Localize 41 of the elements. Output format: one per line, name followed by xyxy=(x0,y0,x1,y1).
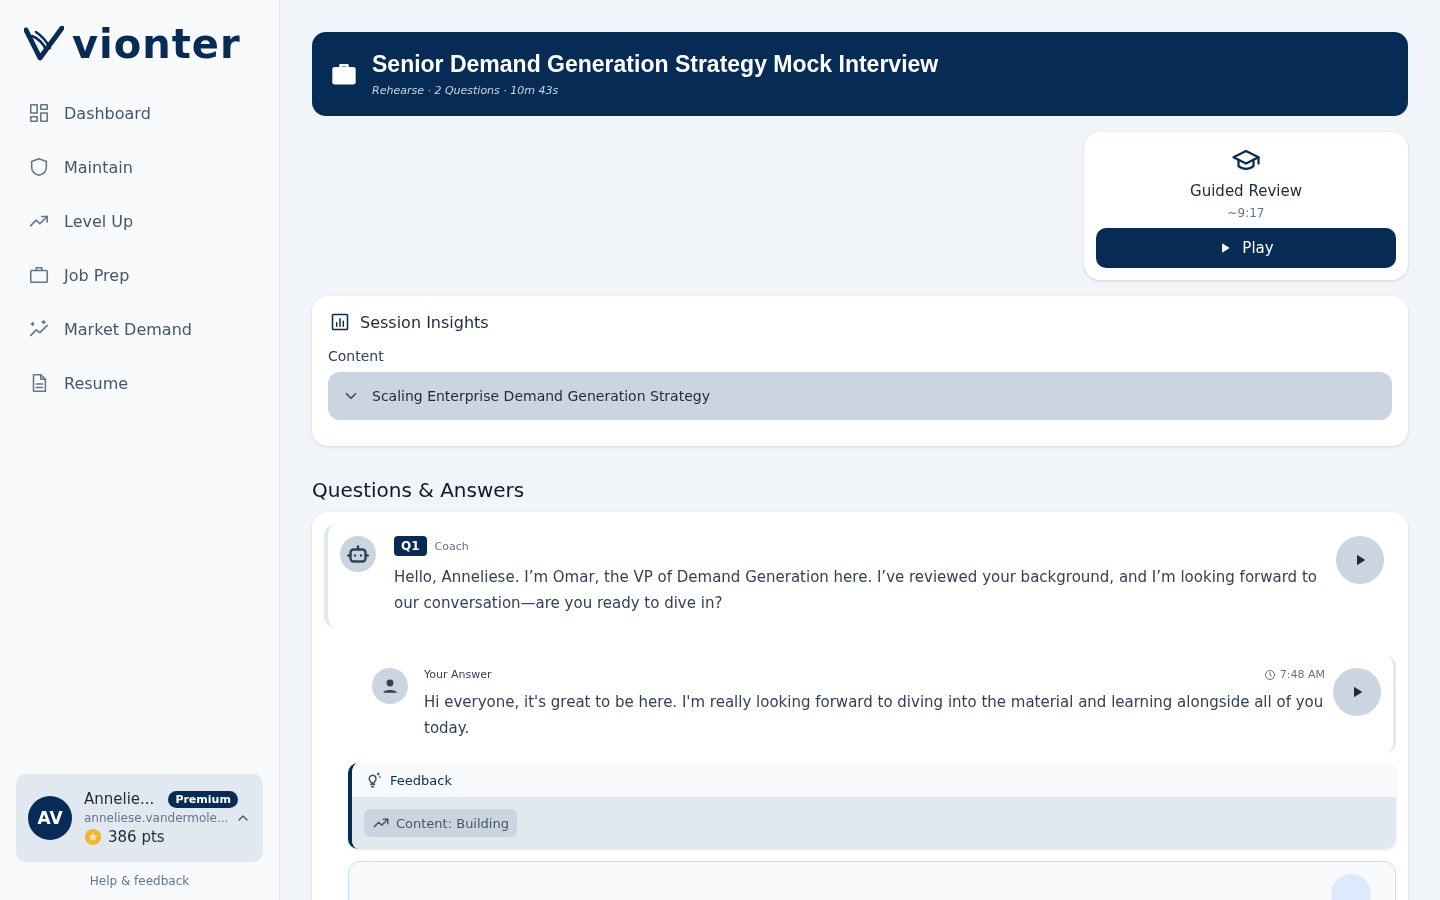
section-label: Content xyxy=(328,348,385,364)
nav-item[interactable]: Dashboard xyxy=(16,86,263,140)
dashboard-icon xyxy=(28,102,50,124)
nav-item[interactable]: Job Prep xyxy=(16,248,263,302)
section-heading: Questions & Answers xyxy=(312,478,526,502)
briefcase-icon xyxy=(28,264,50,286)
feedback-tag: Content: Building xyxy=(364,809,517,837)
duration: ~9:17 xyxy=(1227,206,1265,220)
clock-icon xyxy=(1263,668,1276,681)
chart-icon xyxy=(330,312,350,332)
star-coin-icon xyxy=(84,828,102,846)
answer-text: Hi everyone, it's great to be here. I'm really looking forward to diving into the material and learning alongside all of you today. xyxy=(424,692,1325,739)
session-meta: Rehearse · 2 Questions · 10m 43s xyxy=(372,84,560,97)
user-name: Annelie... xyxy=(84,790,155,808)
nav-item[interactable]: Maintain xyxy=(16,140,263,194)
robot-icon xyxy=(340,536,376,572)
feedback-title: Feedback xyxy=(390,772,452,788)
play-button[interactable] xyxy=(1333,668,1381,716)
avatar: AV xyxy=(28,796,72,840)
question-text: Hello, Anneliese. I’m Omar, the VP of Demand Generation here. I’ve reviewed your background, and I’m looking forward to our conversation—are you ready to dive in? xyxy=(394,567,1318,614)
speaker-label: Coach xyxy=(434,539,469,553)
page-title: Senior Demand Generation Strategy Mock Interview xyxy=(372,51,939,78)
logo-icon xyxy=(24,26,64,62)
nav-item[interactable]: Level Up xyxy=(16,194,263,248)
nav-item[interactable]: Resume xyxy=(16,356,263,410)
answer-label: Your Answer xyxy=(424,668,492,681)
section-title: Session Insights xyxy=(360,312,489,332)
help-link[interactable]: Help & feedback xyxy=(16,874,263,888)
accordion-row[interactable]: Scaling Enterprise Demand Generation Strategy xyxy=(328,372,1392,420)
play-button[interactable] xyxy=(1336,536,1384,584)
nav-item[interactable]: Market Demand xyxy=(16,302,263,356)
timestamp: 7:48 AM xyxy=(1263,668,1325,681)
guided-review-title: Guided Review xyxy=(1190,182,1302,200)
person-icon xyxy=(372,668,408,704)
user-card[interactable]: AV Annelie... Premium anneliese.vandermole... 386 pts xyxy=(16,774,263,862)
shield-icon xyxy=(28,156,50,178)
points: 386 pts xyxy=(108,828,165,846)
play-button[interactable]: Play xyxy=(1096,228,1396,268)
question-badge: Q1 xyxy=(394,536,427,556)
logo-text: vionter xyxy=(72,24,241,64)
premium-badge: Premium xyxy=(168,790,238,808)
